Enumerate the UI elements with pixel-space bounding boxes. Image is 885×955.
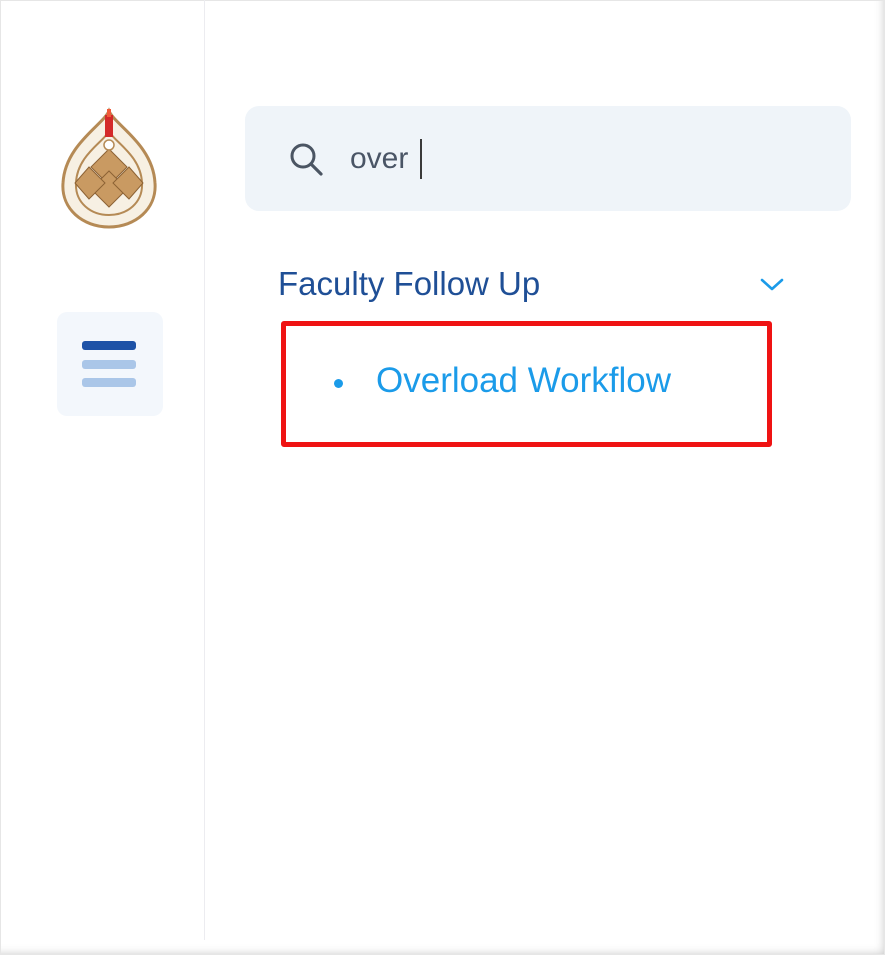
bullet-icon [334, 379, 343, 388]
menu-item-label: Overload Workflow [376, 361, 672, 400]
menu-group-title: Faculty Follow Up [278, 265, 541, 302]
menu-item-overload-workflow[interactable]: Overload Workflow [330, 357, 750, 409]
menu-group-faculty-follow-up[interactable]: Faculty Follow Up [278, 262, 798, 310]
search-icon [290, 143, 323, 176]
sidebar-rail [0, 0, 205, 940]
chevron-down-icon[interactable] [759, 276, 785, 294]
hamburger-menu-button[interactable] [57, 312, 163, 416]
hamburger-menu-icon [82, 341, 136, 350]
hamburger-bar-3 [82, 378, 136, 387]
search-box[interactable] [245, 106, 851, 211]
app-window: Faculty Follow Up Overload Workflow [0, 0, 885, 955]
hamburger-bar-2 [82, 360, 136, 369]
text-caret [420, 139, 422, 179]
university-seal-icon[interactable] [55, 105, 163, 230]
